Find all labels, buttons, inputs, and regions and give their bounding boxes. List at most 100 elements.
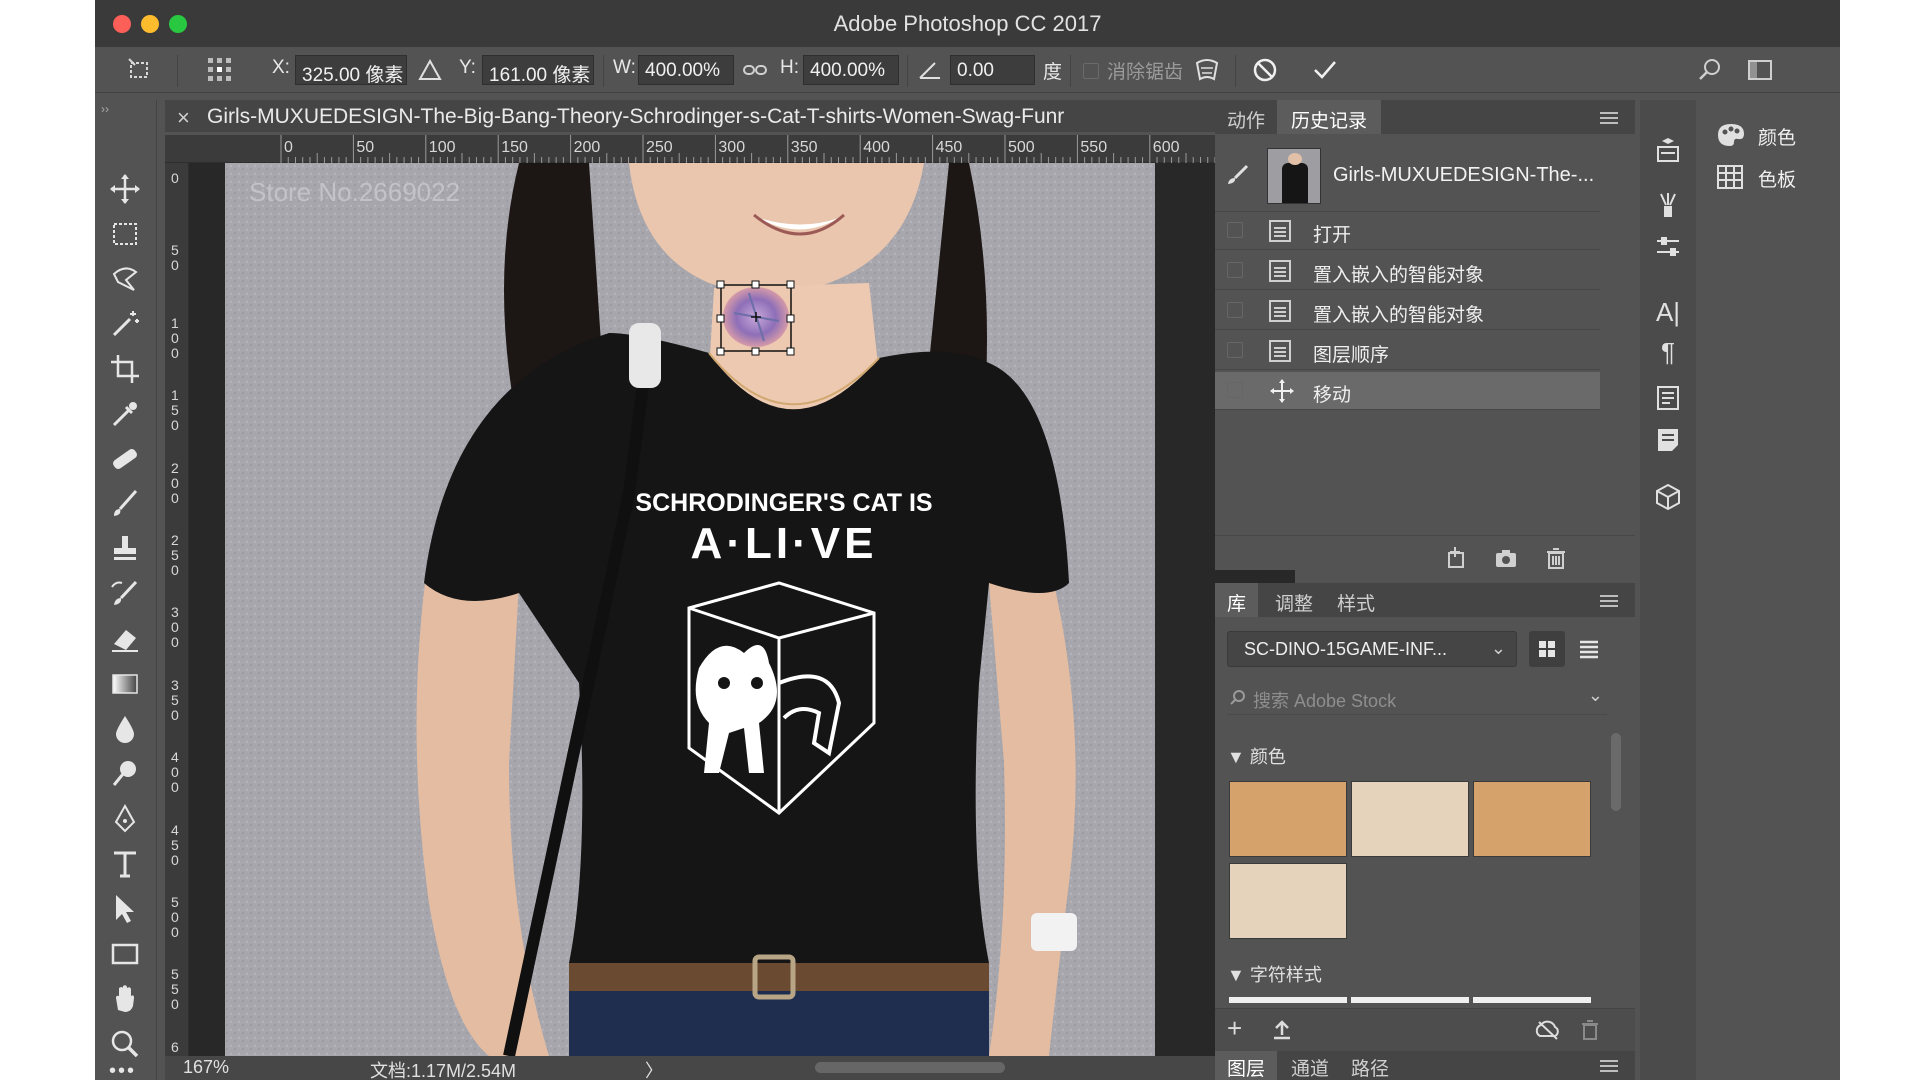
trash-icon[interactable] [1579,1019,1601,1041]
search-icon[interactable] [1695,55,1725,85]
history-snapshot[interactable]: Girls-MUXUEDESIGN-The-... [1215,140,1600,212]
grid-view-icon[interactable] [1529,631,1565,667]
history-brush-source-icon[interactable] [1225,164,1251,186]
stamp-tool-icon[interactable] [106,530,144,568]
history-item[interactable]: 图层顺序 [1215,332,1600,370]
history-item-selected[interactable]: 移动 [1215,372,1600,410]
history-item[interactable]: 置入嵌入的智能对象 [1215,292,1600,330]
collapse-toolbox-icon[interactable]: ›› [101,102,109,116]
library-select[interactable]: SC-DINO-15GAME-INF... ⌄ [1227,631,1517,667]
delta-icon[interactable] [415,55,445,85]
eyedropper-tool-icon[interactable] [106,395,144,433]
warp-mode-icon[interactable] [1192,55,1222,85]
angle-field[interactable]: 0.00 [950,55,1035,85]
more-tools-icon[interactable]: ••• [109,1060,136,1080]
search-input[interactable]: 搜索 Adobe Stock [1253,687,1396,713]
tab-libraries[interactable]: 库 [1215,583,1259,617]
color-swatch[interactable] [1351,781,1469,857]
new-document-from-state-icon[interactable] [1443,545,1469,571]
commit-transform-icon[interactable] [1310,55,1340,85]
history-checkbox[interactable] [1227,382,1243,398]
workspace-icon[interactable] [1745,55,1775,85]
character-dock-icon[interactable]: A| [1648,292,1688,332]
history-checkbox[interactable] [1227,342,1243,358]
type-tool-icon[interactable] [106,845,144,883]
magic-wand-tool-icon[interactable] [106,305,144,343]
char-style-item[interactable] [1229,997,1347,1003]
width-field[interactable]: 400.00% [638,55,734,85]
zoom-level[interactable]: 167% [183,1057,229,1078]
creative-cloud-sync-icon[interactable] [1533,1019,1561,1041]
swatches-panel-button[interactable]: 色板 [1710,160,1840,194]
brush-settings-dock-icon[interactable] [1648,232,1688,272]
history-checkbox[interactable] [1227,302,1243,318]
tab-layers[interactable]: 图层 [1215,1051,1278,1080]
blur-tool-icon[interactable] [106,710,144,748]
stock-search[interactable]: 搜索 Adobe Stock ⌄ [1227,681,1607,715]
canvas-area[interactable]: SCHRODINGER'S CAT IS A·LI·VE Store No.26… [189,163,1295,1056]
zoom-tool-icon[interactable] [106,1025,144,1063]
document-title[interactable]: Girls-MUXUEDESIGN-The-Big-Bang-Theory-Sc… [207,105,1237,129]
char-style-item[interactable] [1351,997,1469,1003]
paragraph-dock-icon[interactable]: ¶ [1648,332,1688,372]
healing-brush-tool-icon[interactable] [106,440,144,478]
libraries-dock-icon[interactable] [1648,135,1688,175]
char-styles-section-header[interactable]: ▼ 字符样式 [1227,961,1322,987]
history-brush-tool-icon[interactable] [106,575,144,613]
history-checkbox[interactable] [1227,262,1243,278]
close-document-icon[interactable]: × [177,105,190,131]
angle-icon[interactable] [915,55,945,85]
marquee-tool-icon[interactable] [106,215,144,253]
list-view-icon[interactable] [1571,631,1607,667]
status-menu-arrow[interactable]: 〉 [645,1057,663,1080]
chevron-down-icon[interactable]: ⌄ [1588,685,1603,706]
horizontal-scrollbar[interactable] [815,1062,1005,1073]
link-icon[interactable] [740,55,770,85]
colors-section-header[interactable]: ▼ 颜色 [1227,743,1286,769]
panel-menu-icon[interactable] [1600,112,1618,124]
color-swatch[interactable] [1229,781,1347,857]
history-checkbox[interactable] [1227,222,1243,238]
crop-tool-icon[interactable] [106,350,144,388]
panel-menu-icon[interactable] [1600,595,1618,607]
tab-channels[interactable]: 通道 [1291,1054,1329,1080]
hand-tool-icon[interactable] [106,980,144,1018]
cancel-transform-icon[interactable] [1250,55,1280,85]
y-position-field[interactable]: 161.00 像素 [482,55,594,85]
tab-actions[interactable]: 动作 [1227,106,1265,133]
path-selection-tool-icon[interactable] [106,890,144,928]
upload-icon[interactable] [1271,1019,1293,1041]
tab-history[interactable]: 历史记录 [1277,100,1382,134]
tab-paths[interactable]: 路径 [1351,1054,1389,1080]
eraser-tool-icon[interactable] [106,620,144,658]
3d-dock-icon[interactable] [1648,482,1688,522]
height-field[interactable]: 400.00% [803,55,899,85]
camera-icon[interactable] [1493,545,1519,571]
char-style-item[interactable] [1473,997,1591,1003]
properties-dock-icon[interactable] [1648,383,1688,423]
move-tool-icon[interactable] [106,170,144,208]
pen-tool-icon[interactable] [106,800,144,838]
history-item[interactable]: 打开 [1215,212,1600,250]
library-scrollbar[interactable] [1611,733,1621,811]
color-panel-button[interactable]: 颜色 [1710,118,1840,152]
dodge-tool-icon[interactable] [106,755,144,793]
tab-styles[interactable]: 样式 [1337,589,1375,616]
antialias-checkbox[interactable] [1083,63,1099,79]
lasso-tool-icon[interactable] [106,260,144,298]
transform-tool-icon[interactable] [125,55,155,85]
notes-dock-icon[interactable] [1648,425,1688,465]
rectangle-tool-icon[interactable] [106,935,144,973]
tab-adjustments[interactable]: 调整 [1275,589,1313,616]
gradient-tool-icon[interactable] [106,665,144,703]
reference-point-icon[interactable] [205,55,235,85]
panel-menu-icon[interactable] [1600,1060,1618,1072]
brush-dock-icon[interactable] [1648,190,1688,230]
brush-tool-icon[interactable] [106,485,144,523]
color-swatch[interactable] [1229,863,1347,939]
color-swatch[interactable] [1473,781,1591,857]
trash-icon[interactable] [1543,545,1569,571]
add-icon[interactable]: + [1227,1013,1242,1044]
history-item[interactable]: 置入嵌入的智能对象 [1215,252,1600,290]
x-position-field[interactable]: 325.00 像素 [295,55,407,85]
